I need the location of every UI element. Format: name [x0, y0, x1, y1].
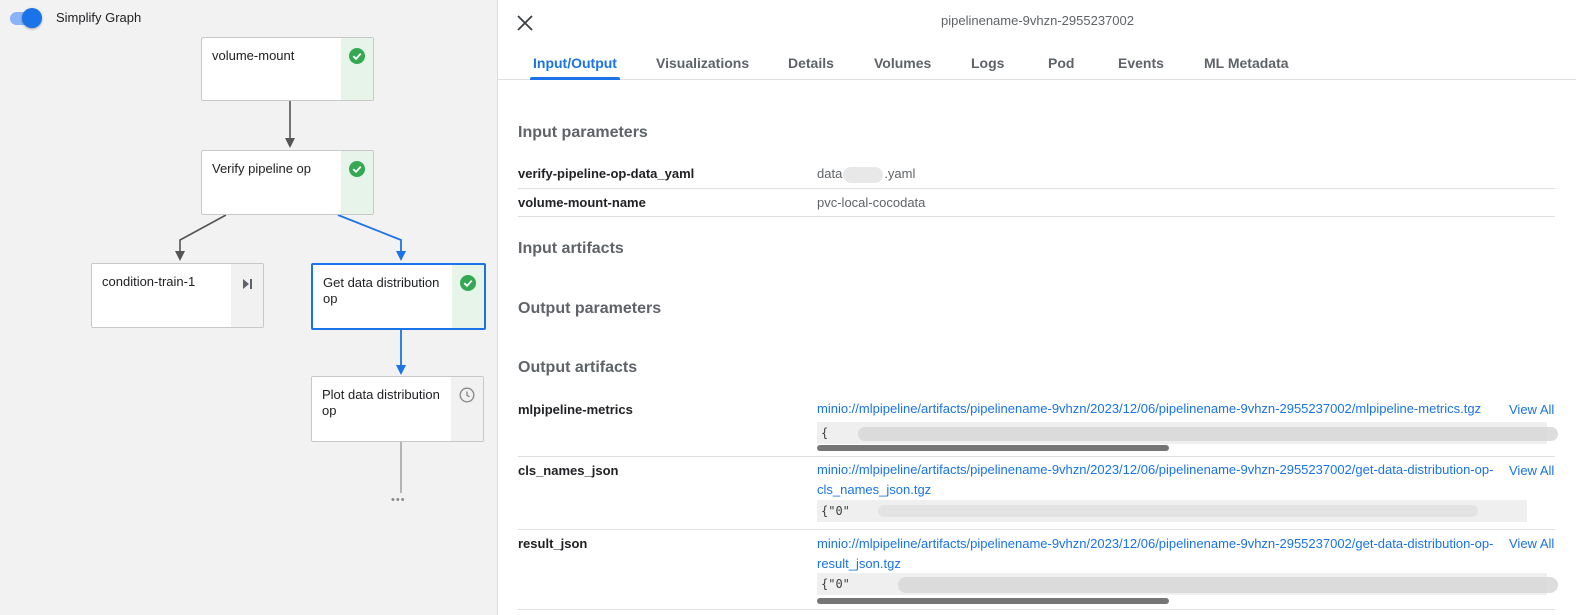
param-value-suffix: .yaml	[884, 166, 916, 181]
horizontal-scrollbar[interactable]	[817, 445, 1169, 451]
view-all-button[interactable]: View All	[1509, 463, 1554, 478]
check-circle-icon	[349, 48, 365, 64]
input-artifacts-heading: Input artifacts	[518, 240, 624, 257]
node-volume-mount[interactable]: volume-mount	[201, 37, 374, 101]
output-artifacts-heading: Output artifacts	[518, 359, 638, 376]
param-value-prefix: data	[817, 166, 843, 181]
param-value: data .yaml	[817, 166, 915, 183]
row-divider	[518, 529, 1555, 530]
view-all-button[interactable]: View All	[1509, 402, 1554, 417]
row-divider	[518, 609, 1555, 610]
artifact-link[interactable]: minio://mlpipeline/artifacts/pipelinenam…	[817, 460, 1497, 500]
tab-visualizations[interactable]: Visualizations	[656, 44, 749, 80]
node-name: Verify pipeline op	[212, 161, 312, 176]
tab-events[interactable]: Events	[1118, 44, 1164, 80]
redacted-text	[898, 577, 1558, 593]
node-status	[341, 38, 373, 100]
preview-text: {"0"	[821, 504, 850, 518]
horizontal-scrollbar[interactable]	[817, 598, 1169, 604]
node-name: Plot data distribution op	[322, 387, 440, 418]
tab-input-output[interactable]: Input/Output	[530, 44, 620, 80]
tab-ml-metadata[interactable]: ML Metadata	[1204, 44, 1289, 80]
node-status	[452, 265, 484, 328]
edge-verify-to-condition	[175, 214, 227, 261]
node-status	[341, 151, 373, 214]
node-status	[231, 264, 263, 327]
row-divider	[518, 216, 1555, 217]
redacted-text	[858, 427, 1558, 441]
node-status	[451, 377, 483, 441]
node-verify-pipeline-op[interactable]: Verify pipeline op	[201, 150, 374, 215]
param-key: volume-mount-name	[518, 195, 646, 210]
node-get-data-distribution-op[interactable]: Get data distribution op	[311, 263, 486, 330]
toggle-thumb	[22, 8, 42, 28]
redacted-text	[843, 166, 884, 183]
output-parameters-heading: Output parameters	[518, 300, 662, 317]
node-name: volume-mount	[212, 48, 295, 63]
edge-verify-to-get-data	[337, 214, 406, 261]
artifact-link[interactable]: minio://mlpipeline/artifacts/pipelinenam…	[817, 399, 1497, 419]
preview-text: {	[821, 426, 829, 440]
simplify-graph-label: Simplify Graph	[56, 10, 142, 25]
node-plot-data-distribution-op[interactable]: Plot data distribution op	[311, 376, 484, 442]
detail-tabs: Input/Output Visualizations Details Volu…	[498, 44, 1576, 80]
more-nodes-indicator[interactable]: •••	[391, 494, 406, 506]
artifact-link[interactable]: minio://mlpipeline/artifacts/pipelinenam…	[817, 534, 1497, 574]
run-title: pipelinename-9vhzn-2955237002	[941, 13, 1134, 28]
tab-pod[interactable]: Pod	[1048, 44, 1074, 80]
tab-logs[interactable]: Logs	[971, 44, 1004, 80]
redacted-text	[878, 505, 1478, 517]
node-condition-train-1[interactable]: condition-train-1	[91, 263, 264, 328]
artifact-key: cls_names_json	[518, 463, 619, 478]
row-divider	[518, 456, 1555, 457]
node-name: condition-train-1	[102, 274, 196, 289]
preview-text: {"0"	[821, 577, 850, 591]
simplify-graph-toggle[interactable]	[8, 8, 42, 28]
view-all-button[interactable]: View All	[1509, 536, 1554, 551]
row-divider	[518, 188, 1555, 189]
artifact-key: mlpipeline-metrics	[518, 402, 633, 417]
tab-volumes[interactable]: Volumes	[874, 44, 931, 80]
tab-details[interactable]: Details	[788, 44, 834, 80]
artifact-key: result_json	[518, 536, 588, 551]
clock-icon	[459, 387, 475, 403]
check-circle-icon	[460, 275, 476, 291]
node-name: Get data distribution op	[323, 275, 440, 306]
param-key: verify-pipeline-op-data_yaml	[518, 166, 695, 181]
pipeline-graph-pane: Simplify Graph volume-mount Verify pipel…	[0, 0, 497, 615]
param-value: pvc-local-cocodata	[817, 195, 926, 210]
check-circle-icon	[349, 161, 365, 177]
input-parameters-heading: Input parameters	[518, 124, 648, 141]
skip-next-icon	[243, 279, 252, 289]
node-detail-pane: pipelinename-9vhzn-2955237002 Input/Outp…	[497, 0, 1576, 615]
